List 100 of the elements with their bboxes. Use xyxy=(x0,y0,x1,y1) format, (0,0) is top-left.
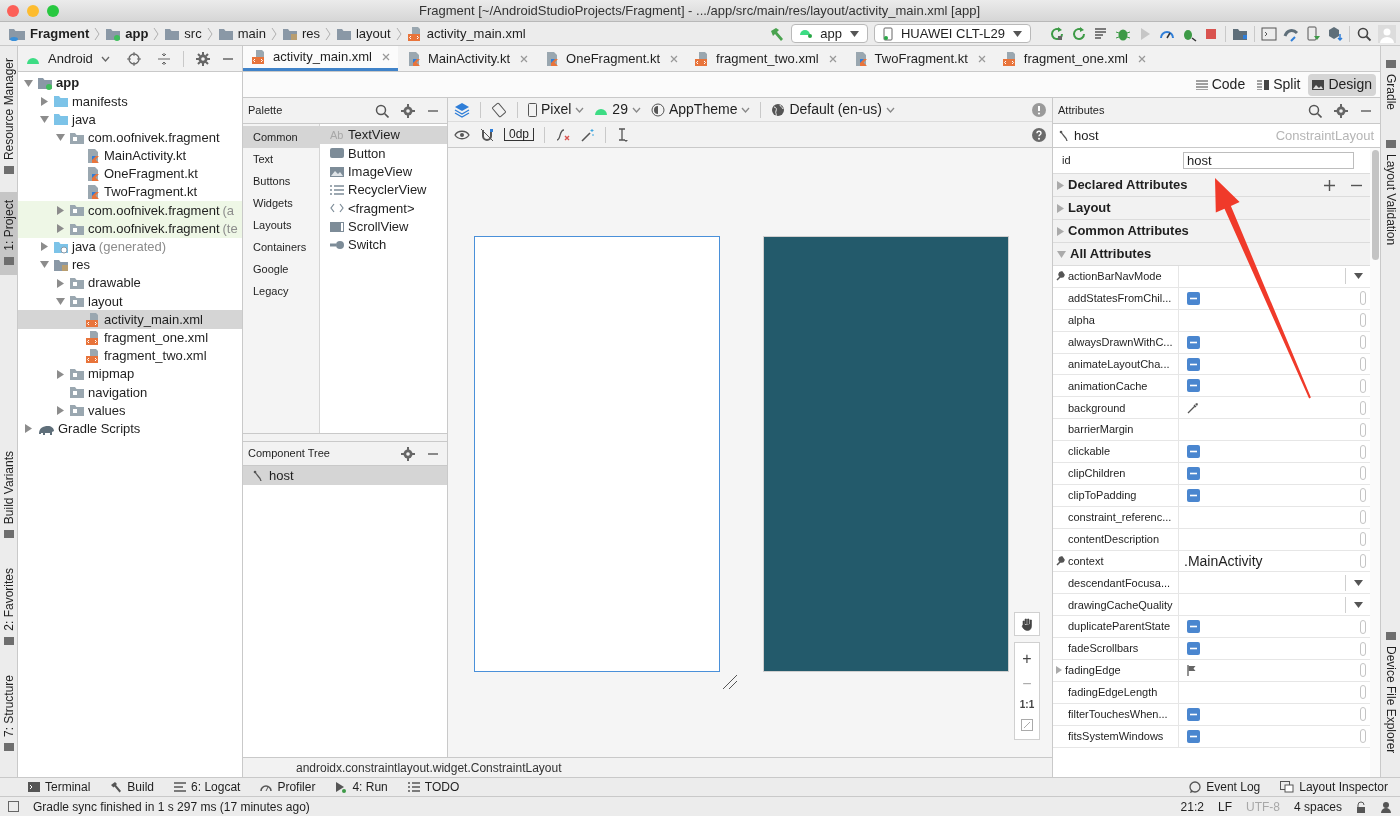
tree-item[interactable]: drawable xyxy=(18,274,242,293)
editor-tab[interactable]: TwoFragment.kt xyxy=(844,46,994,71)
editor-tab[interactable]: fragment_two.xml xyxy=(686,46,845,71)
tree-item[interactable]: mipmap xyxy=(18,365,242,384)
close-icon[interactable] xyxy=(520,54,529,63)
triangle-right-icon[interactable] xyxy=(1057,203,1064,213)
tool-window-tab[interactable]: Resource Manager xyxy=(0,50,17,185)
indeterminate-checkbox-icon[interactable] xyxy=(1187,620,1200,634)
resource-picker-icon[interactable] xyxy=(1360,444,1366,459)
locale-dropdown[interactable]: Default (en-us) xyxy=(771,99,895,120)
view-mode-button[interactable]: Split xyxy=(1253,73,1305,96)
tree-item[interactable]: Gradle Scripts xyxy=(18,419,242,438)
triangle-right-icon[interactable] xyxy=(56,224,64,234)
editor-tab[interactable]: OneFragment.kt xyxy=(536,46,686,71)
tree-item[interactable]: fragment_one.xml xyxy=(18,328,242,347)
breadcrumb[interactable]: Fragment xyxy=(8,23,90,44)
dropdown-arrow-icon[interactable] xyxy=(1353,601,1363,608)
tree-item[interactable]: manifests xyxy=(18,92,242,111)
warning-icon[interactable] xyxy=(1032,102,1046,117)
zoom-in-button[interactable]: + xyxy=(1022,651,1032,668)
tree-item[interactable]: activity_main.xml xyxy=(18,310,242,329)
settings-icon[interactable] xyxy=(401,103,415,118)
tree-item[interactable]: navigation xyxy=(18,383,242,402)
run-configuration-dropdown[interactable]: app xyxy=(791,24,868,43)
default-margin-field[interactable]: 0dp xyxy=(504,128,535,141)
search-icon[interactable] xyxy=(1356,25,1372,42)
add-icon[interactable] xyxy=(1324,179,1335,191)
breadcrumb[interactable]: activity_main.xml xyxy=(406,23,526,44)
palette-item[interactable]: ImageView xyxy=(320,162,447,181)
cube-icon[interactable] xyxy=(1327,25,1343,42)
eyedropper-icon[interactable] xyxy=(1187,401,1199,414)
breadcrumb[interactable]: res xyxy=(281,23,320,44)
palette-category[interactable]: Legacy xyxy=(243,280,319,302)
tool-window-tab[interactable]: 7: Structure xyxy=(0,666,17,761)
lock-icon[interactable] xyxy=(1356,800,1366,813)
attribute-section-header[interactable]: All Attributes xyxy=(1053,243,1370,266)
dropdown-arrow-icon[interactable] xyxy=(1353,579,1363,586)
triangle-right-icon[interactable] xyxy=(40,242,48,252)
triangle-down-icon[interactable] xyxy=(23,79,33,87)
align-icon[interactable] xyxy=(616,127,631,142)
tree-item[interactable]: MainActivity.kt xyxy=(18,146,242,165)
close-window-icon[interactable] xyxy=(7,4,19,17)
pan-button[interactable] xyxy=(1014,612,1040,636)
rerun-icon[interactable] xyxy=(1049,25,1065,42)
collapse-all-icon[interactable] xyxy=(157,51,171,66)
tool-window-button[interactable]: Build xyxy=(110,778,155,796)
tool-window-button[interactable]: Profiler xyxy=(260,778,316,796)
resize-handle-icon[interactable] xyxy=(722,674,738,690)
editor-tab[interactable]: MainActivity.kt xyxy=(397,46,537,71)
resource-picker-icon[interactable] xyxy=(1360,510,1366,525)
resource-picker-icon[interactable] xyxy=(1360,685,1366,700)
close-icon[interactable] xyxy=(381,53,390,61)
palette-item[interactable]: <fragment> xyxy=(320,199,447,218)
settings-icon[interactable] xyxy=(1334,103,1348,118)
resource-picker-icon[interactable] xyxy=(1360,313,1366,328)
triangle-right-icon[interactable] xyxy=(1057,226,1064,236)
view-mode-button[interactable]: Code xyxy=(1191,73,1250,96)
triangle-down-icon[interactable] xyxy=(55,134,65,142)
indeterminate-checkbox-icon[interactable] xyxy=(1187,335,1200,349)
close-icon[interactable] xyxy=(828,54,837,63)
list-icon[interactable] xyxy=(1093,25,1109,42)
tool-window-tab[interactable]: Gradle xyxy=(1381,50,1400,119)
api-level-dropdown[interactable]: 29 xyxy=(594,99,641,120)
layers-icon[interactable] xyxy=(454,101,470,118)
tree-item[interactable]: TwoFragment.kt xyxy=(18,183,242,202)
apply-changes-icon[interactable] xyxy=(1071,25,1087,42)
indeterminate-checkbox-icon[interactable] xyxy=(1187,707,1200,721)
target-icon[interactable] xyxy=(127,51,141,66)
search-icon[interactable] xyxy=(375,103,389,118)
tree-item[interactable]: OneFragment.kt xyxy=(18,164,242,184)
tree-item[interactable]: java xyxy=(18,110,242,129)
indeterminate-checkbox-icon[interactable] xyxy=(1187,642,1200,656)
tree-item[interactable]: com.oofnivek.fragment (a xyxy=(18,201,242,220)
view-mode-button[interactable]: Design xyxy=(1308,73,1376,96)
magnet-off-icon[interactable] xyxy=(480,127,494,142)
scrollbar[interactable] xyxy=(1371,150,1379,260)
indeterminate-checkbox-icon[interactable] xyxy=(1187,488,1200,502)
attribute-section-header[interactable]: Declared Attributes xyxy=(1053,174,1370,197)
tree-item[interactable]: values xyxy=(18,401,242,420)
tool-window-button[interactable]: 6: Logcat xyxy=(174,778,241,796)
phone-download-icon[interactable] xyxy=(1305,25,1321,42)
palette-item[interactable]: RecyclerView xyxy=(320,180,447,200)
tool-window-tab[interactable]: Layout Validation xyxy=(1381,130,1400,254)
indeterminate-checkbox-icon[interactable] xyxy=(1187,357,1200,371)
actual-size-button[interactable]: 1:1 xyxy=(1019,700,1035,711)
resource-picker-icon[interactable] xyxy=(1360,619,1366,634)
triangle-down-icon[interactable] xyxy=(39,261,49,269)
resource-picker-icon[interactable] xyxy=(1360,532,1366,547)
palette-category[interactable]: Common xyxy=(243,126,319,148)
palette-category[interactable]: Layouts xyxy=(243,214,319,236)
palette-category[interactable]: Containers xyxy=(243,236,319,258)
clear-constraints-icon[interactable] xyxy=(555,127,572,142)
palette-category[interactable]: Text xyxy=(243,148,319,170)
triangle-right-icon[interactable] xyxy=(56,205,64,215)
component-tree-item[interactable]: host xyxy=(243,466,447,485)
resource-picker-icon[interactable] xyxy=(1360,357,1366,371)
tool-window-button[interactable]: Layout Inspector xyxy=(1280,778,1388,796)
triangle-right-icon[interactable] xyxy=(40,96,48,106)
editor-tab[interactable]: fragment_one.xml xyxy=(993,46,1154,71)
resource-picker-icon[interactable] xyxy=(1360,707,1366,722)
